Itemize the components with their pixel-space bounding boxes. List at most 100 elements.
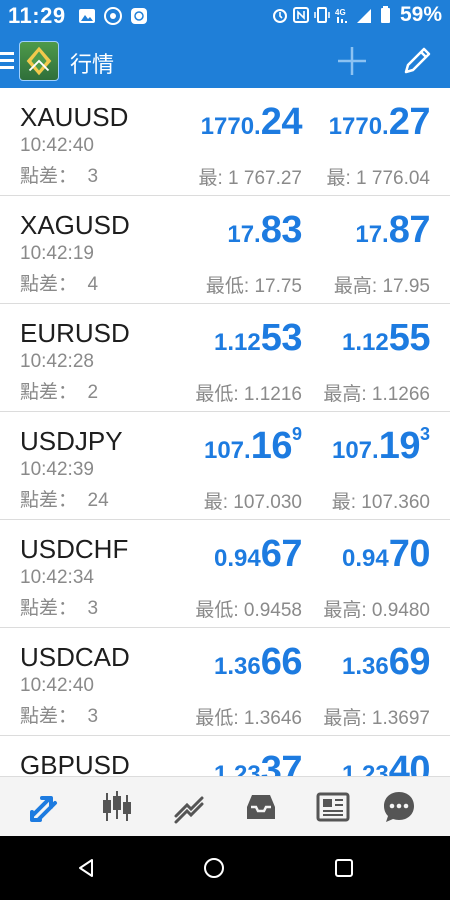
bottom-tab-bar — [0, 776, 450, 836]
quote-row[interactable]: EURUSD 10:42:28 點差： 2 1.1253 1.1255 最低: … — [0, 304, 450, 412]
bid-price[interactable]: 1.3666 — [214, 640, 303, 684]
news-icon — [316, 792, 350, 822]
ask-price-prefix: 1.36 — [342, 653, 389, 680]
tab-chart[interactable] — [97, 788, 137, 826]
ask-price[interactable]: 17.87 — [355, 208, 430, 252]
quotes-icon — [30, 796, 57, 822]
spread-label: 點差： 24 — [20, 490, 109, 511]
low-price: 最: 1 767.27 — [198, 168, 302, 189]
signal-bars-icon — [356, 9, 371, 23]
quote-row[interactable]: USDJPY 10:42:39 點差： 24 107.169 107.193 最… — [0, 412, 450, 520]
spread-label: 點差： 4 — [20, 274, 99, 295]
nfc-icon — [292, 7, 309, 23]
quote-time: 10:42:40 — [20, 135, 94, 156]
symbol-name: GBPUSD — [20, 750, 130, 776]
ask-price-pips: 27 — [388, 101, 431, 143]
tab-quotes[interactable] — [25, 788, 65, 826]
add-symbol-button[interactable] — [334, 43, 370, 79]
ask-price-prefix: 107. — [331, 437, 379, 464]
spread-label: 點差： 3 — [20, 598, 99, 619]
ask-price-pips: 69 — [388, 641, 431, 683]
high-price: 最高: 1.1266 — [323, 384, 430, 405]
app-logo[interactable] — [19, 41, 59, 81]
ask-price-pips: 40 — [388, 749, 431, 776]
quote-row[interactable]: USDCHF 10:42:34 點差： 3 0.9467 0.9470 最低: … — [0, 520, 450, 628]
bid-price-pips: 67 — [260, 533, 303, 575]
tab-news[interactable] — [313, 788, 353, 826]
ask-price-prefix: 1.12 — [342, 329, 389, 356]
tab-history[interactable] — [241, 788, 281, 826]
ask-price-prefix: 1770. — [328, 113, 389, 140]
edit-button[interactable] — [399, 43, 435, 79]
ask-price[interactable]: 1.3669 — [342, 640, 431, 684]
bid-price[interactable]: 0.9467 — [214, 532, 303, 576]
bid-price-prefix: 107. — [203, 437, 251, 464]
quote-time: 10:42:34 — [20, 567, 94, 588]
bid-price[interactable]: 1.1253 — [214, 316, 303, 360]
bid-price-prefix: 1.23 — [214, 761, 261, 776]
bid-price-prefix: 17. — [227, 221, 261, 248]
history-icon — [247, 795, 275, 819]
home-icon[interactable] — [200, 854, 228, 882]
ask-price-prefix: 17. — [355, 221, 389, 248]
bid-price-prefix: 1.36 — [214, 653, 261, 680]
quote-row[interactable]: GBPUSD 1.2337 1.2340 — [0, 736, 450, 776]
low-price: 最低: 0.9458 — [195, 600, 302, 621]
ask-price-pips: 55 — [388, 317, 431, 359]
quote-time: 10:42:40 — [20, 675, 94, 696]
quote-row[interactable]: XAUUSD 10:42:40 點差： 3 1770.24 1770.27 最:… — [0, 88, 450, 196]
quote-row[interactable]: XAGUSD 10:42:19 點差： 4 17.83 17.87 最低: 17… — [0, 196, 450, 304]
quote-time: 10:42:19 — [20, 243, 94, 264]
high-price: 最高: 0.9480 — [323, 600, 430, 621]
image-icon — [79, 9, 95, 23]
quote-list: XAUUSD 10:42:40 點差： 3 1770.24 1770.27 最:… — [0, 88, 450, 776]
spread-label: 點差： 2 — [20, 382, 99, 403]
svg-text:4G: 4G — [335, 8, 346, 17]
tab-trade[interactable] — [169, 788, 209, 826]
vibrate-icon — [314, 7, 330, 23]
bid-price[interactable]: 107.169 — [204, 424, 302, 468]
ask-price-prefix: 1.23 — [342, 761, 389, 776]
ask-price-prefix: 0.94 — [342, 545, 389, 572]
low-price: 最低: 17.75 — [205, 276, 302, 297]
system-status-icons: 4G 59% — [272, 3, 442, 27]
bid-price[interactable]: 17.83 — [227, 208, 302, 252]
tab-chat[interactable] — [379, 788, 419, 826]
bid-price[interactable]: 1.2337 — [214, 748, 303, 776]
bid-price-prefix: 1.12 — [214, 329, 261, 356]
high-price: 最高: 17.95 — [333, 276, 430, 297]
bid-price-pips: 16 — [250, 425, 293, 467]
ask-price[interactable]: 1.2340 — [342, 748, 431, 776]
recent-apps-icon[interactable] — [330, 854, 358, 882]
symbol-name: USDCAD — [20, 642, 130, 672]
ask-price-fraction: 3 — [419, 424, 430, 444]
spread-label: 點差： 3 — [20, 706, 99, 727]
low-price: 最: 107.030 — [203, 492, 302, 513]
bid-price-fraction: 9 — [291, 424, 302, 444]
ask-price[interactable]: 107.193 — [332, 424, 430, 468]
status-time: 11:29 — [8, 3, 66, 28]
quote-time: 10:42:39 — [20, 459, 94, 480]
status-bar: 11:29 4G 59% — [0, 0, 450, 34]
battery-percent: 59% — [399, 3, 442, 26]
ask-price[interactable]: 1770.27 — [328, 100, 431, 144]
ask-price-pips: 19 — [378, 425, 421, 467]
app-toolbar: 行情 — [0, 34, 450, 88]
quote-row[interactable]: USDCAD 10:42:40 點差： 3 1.3666 1.3669 最低: … — [0, 628, 450, 736]
bid-price-pips: 24 — [260, 101, 303, 143]
ask-price-pips: 87 — [388, 209, 431, 251]
page-title: 行情 — [70, 52, 115, 77]
vpn-icon — [104, 7, 122, 25]
bid-price-pips: 83 — [260, 209, 303, 251]
bid-price[interactable]: 1770.24 — [201, 100, 303, 144]
symbol-name: XAGUSD — [20, 210, 130, 240]
back-icon[interactable] — [72, 854, 100, 882]
symbol-name: EURUSD — [20, 318, 130, 348]
menu-icon[interactable] — [0, 50, 16, 72]
battery-icon — [380, 6, 390, 23]
ask-price[interactable]: 0.9470 — [342, 532, 431, 576]
high-price: 最: 1 776.04 — [326, 168, 430, 189]
trade-icon — [174, 796, 204, 824]
bid-price-prefix: 0.94 — [214, 545, 261, 572]
ask-price[interactable]: 1.1255 — [342, 316, 431, 360]
